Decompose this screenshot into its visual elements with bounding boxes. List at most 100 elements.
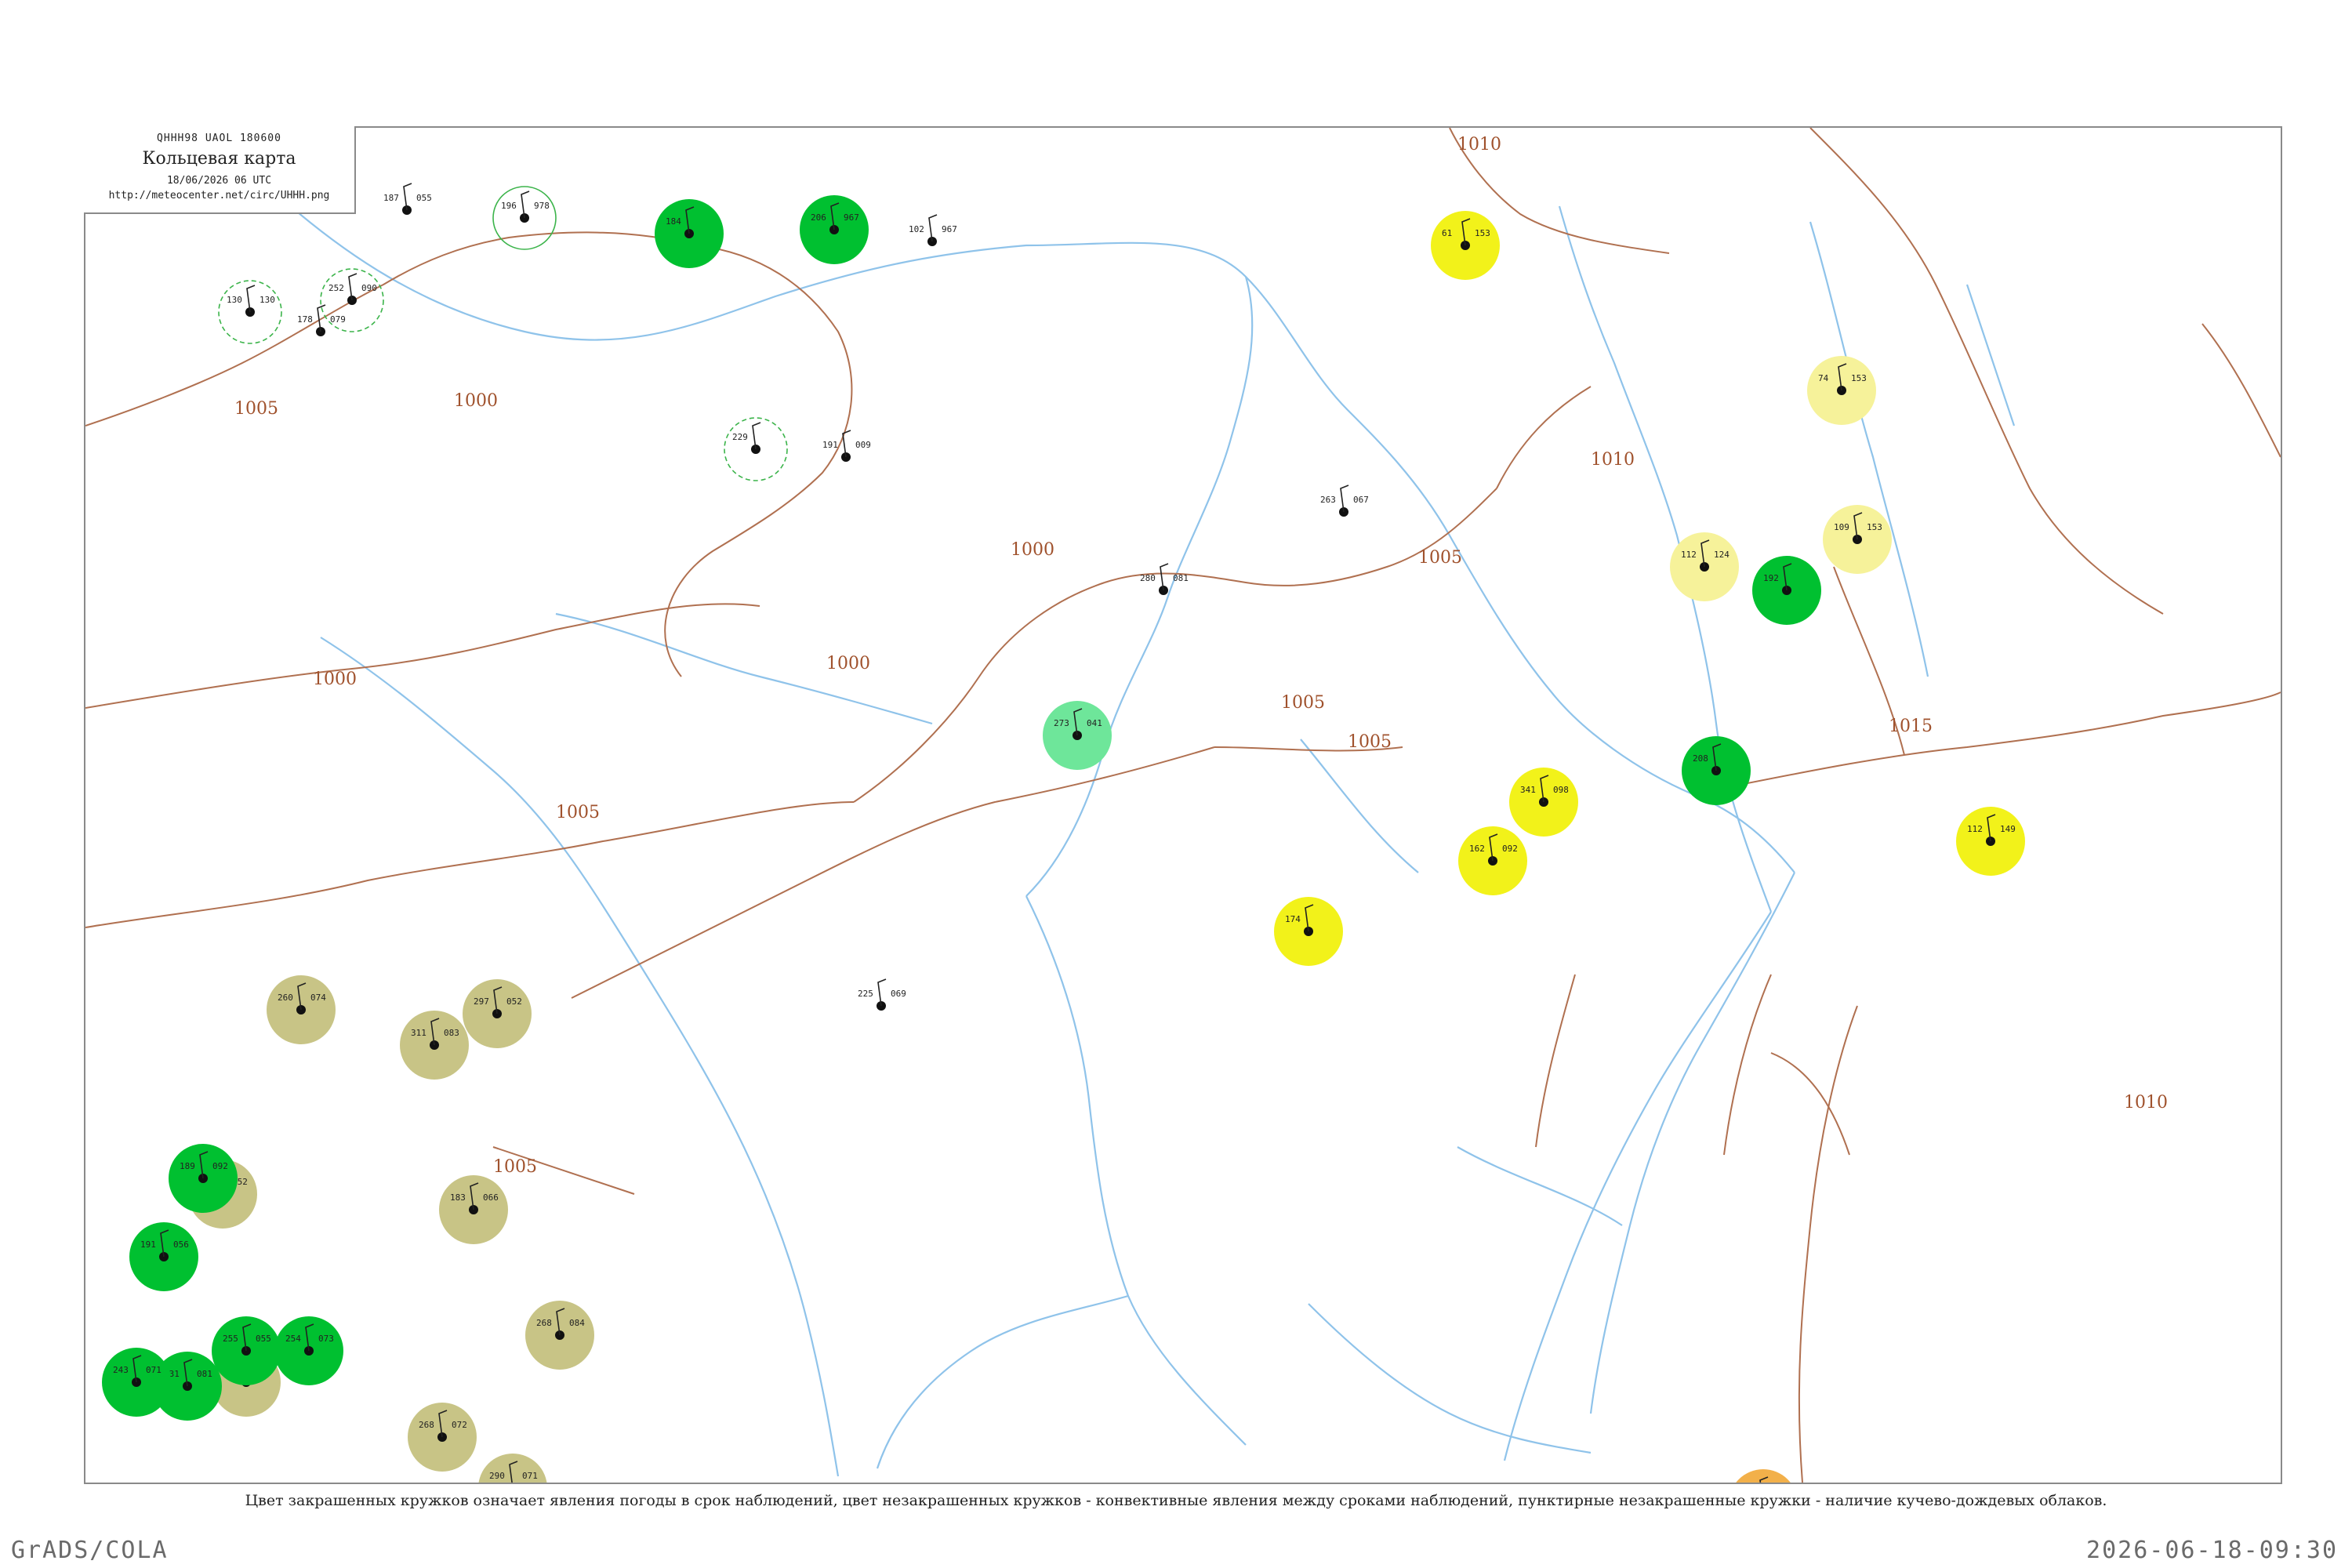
station-temperature: 102: [909, 224, 924, 234]
station-temperature: 112: [1681, 550, 1697, 560]
station-temperature: 252: [328, 283, 344, 293]
station-pressure: 098: [1553, 785, 1569, 795]
station-pressure: 055: [416, 193, 432, 203]
station-marker: 297 052: [463, 979, 532, 1048]
station-pressure: 153: [1851, 373, 1867, 383]
station-marker: 112 149: [1956, 807, 2025, 876]
station-temperature: 255: [223, 1334, 238, 1344]
station-temperature: 192: [1763, 573, 1779, 583]
isobar-label: 1000: [313, 670, 357, 689]
isobars-layer: [85, 128, 2281, 1483]
station-temperature: 297: [474, 996, 489, 1007]
station-marker: 254 073: [274, 1316, 343, 1385]
station-temperature: 74: [1818, 373, 1829, 383]
station-pressure: 071: [146, 1365, 162, 1375]
footer-timestamp: 2026-06-18-09:30: [2086, 1537, 2338, 1564]
station-marker: 341 098: [1509, 768, 1578, 837]
station-temperature: 341: [1520, 785, 1536, 795]
station-marker: 191 056: [129, 1222, 198, 1291]
station-temperature: 162: [1469, 844, 1485, 854]
station-marker: 196 978: [492, 186, 557, 250]
station-marker: 280 081: [1140, 563, 1189, 595]
station-marker: 311 083: [400, 1011, 469, 1080]
station-pressure: 081: [197, 1369, 212, 1379]
station-pressure: 074: [310, 993, 326, 1003]
station-pressure: 072: [452, 1420, 467, 1430]
station-marker: 102 967: [909, 214, 957, 246]
stations-layer: 187 055 196 978 184 206 967 102 967 130 130 252 090 1…: [102, 183, 2025, 1483]
station-marker: 268 072: [408, 1403, 477, 1472]
station-marker: 263 067: [1320, 485, 1369, 517]
legend-caption: Цвет закрашенных кружков означает явлени…: [245, 1492, 2107, 1509]
station-marker: 290 071: [478, 1454, 547, 1483]
station-pressure: 067: [1353, 495, 1369, 505]
station-marker: 273 041: [1043, 701, 1112, 770]
station-pressure: 052: [506, 996, 522, 1007]
station-pressure: 069: [891, 989, 906, 999]
station-pressure: 056: [173, 1240, 189, 1250]
station-pressure: 083: [444, 1028, 459, 1038]
station-pressure: 967: [942, 224, 957, 234]
isobar-label: 1010: [1457, 135, 1501, 154]
map-title-box: QHHH98 UAOL 180600 Кольцевая карта 18/06…: [84, 126, 356, 214]
isobar-label: 1005: [1281, 693, 1325, 713]
map-canvas: 1010 1005 1000 1000 1000 1000 1005 1005 1005 1005…: [85, 128, 2281, 1483]
station-marker: 109 153: [1823, 505, 1892, 574]
station-temperature: 174: [1285, 914, 1301, 924]
station-pressure: 967: [844, 212, 859, 223]
station-temperature: 130: [227, 295, 242, 305]
station-marker: 243 071: [102, 1348, 171, 1417]
station-pressure: 081: [1173, 573, 1189, 583]
map-title: Кольцевая карта: [142, 149, 296, 169]
station-marker: 61 153: [1431, 211, 1500, 280]
isobar-label: 1005: [234, 399, 278, 419]
station-pressure: 090: [361, 283, 377, 293]
station-pressure: 071: [522, 1471, 538, 1481]
station-temperature: 178: [297, 314, 313, 325]
station-marker: 183 066: [439, 1175, 508, 1244]
station-pressure: 055: [256, 1334, 271, 1344]
station-marker: 206 967: [800, 195, 869, 264]
station-marker: 260 074: [267, 975, 336, 1044]
station-pressure: 978: [534, 201, 550, 211]
station-pressure: 092: [1502, 844, 1518, 854]
station-marker: 112 124: [1670, 532, 1739, 601]
station-marker: 191 009: [822, 430, 871, 462]
station-pressure: 066: [483, 1192, 499, 1203]
isobar-label: 1010: [1591, 450, 1635, 470]
station-marker: 208: [1682, 736, 1751, 805]
station-pressure: 153: [1475, 228, 1490, 238]
station-pressure: 079: [330, 314, 346, 325]
station-temperature: 61: [1442, 228, 1452, 238]
isobar-label: 1005: [1418, 548, 1462, 568]
station-marker: 184: [655, 199, 724, 268]
station-pressure: 130: [260, 295, 275, 305]
station-temperature: 273: [1054, 718, 1069, 728]
isobar-label: 1000: [826, 654, 870, 673]
station-temperature: 187: [383, 193, 399, 203]
observation-datetime: 18/06/2026 06 UTC: [166, 175, 272, 187]
station-pressure: 153: [1867, 522, 1882, 532]
station-temperature: 208: [1693, 753, 1708, 764]
station-marker: 174: [1274, 897, 1343, 966]
station-temperature: 268: [419, 1420, 434, 1430]
station-pressure: 073: [318, 1334, 334, 1344]
station-temperature: 260: [278, 993, 293, 1003]
station-temperature: 263: [1320, 495, 1336, 505]
isobar-label: 1015: [1889, 717, 1933, 736]
station-pressure: 041: [1087, 718, 1102, 728]
station-temperature: 254: [285, 1334, 301, 1344]
station-temperature: 243: [113, 1365, 129, 1375]
station-marker: 189 092: [169, 1144, 238, 1213]
station-temperature: 280: [1140, 573, 1156, 583]
rivers-layer: [281, 198, 2016, 1477]
station-temperature: 206: [811, 212, 826, 223]
station-pressure: 092: [212, 1161, 228, 1171]
weather-map: 1010 1005 1000 1000 1000 1000 1005 1005 1005 1005…: [84, 126, 2282, 1484]
weather-phenomenon-circle: [1736, 1469, 1791, 1483]
station-pressure: 009: [855, 440, 871, 450]
isobar-label: 1005: [493, 1157, 537, 1177]
station-marker: 255 055: [212, 1316, 281, 1385]
source-url[interactable]: http://meteocenter.net/circ/UHHH.png: [84, 190, 354, 201]
isobar-label: 1005: [1348, 732, 1392, 752]
